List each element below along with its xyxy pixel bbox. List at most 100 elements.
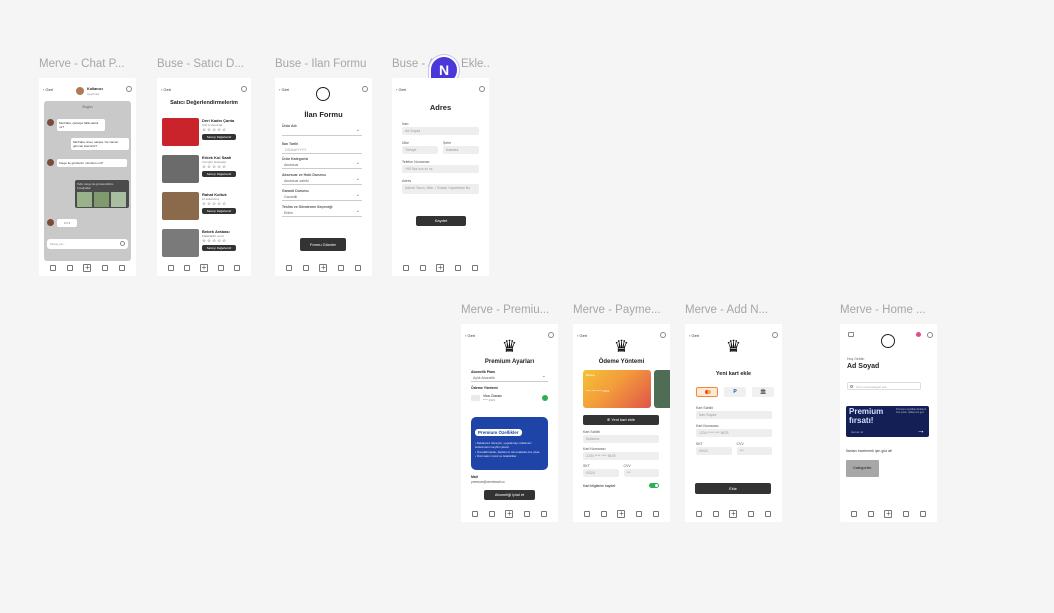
frame-label-premium[interactable]: Merve - Premiu... bbox=[461, 304, 559, 316]
search-input[interactable]: Ürün veya kategori ara... bbox=[847, 382, 921, 390]
rate-seller-button[interactable]: Satıcıyı Değerlendir bbox=[202, 245, 236, 251]
profile-tab-icon[interactable] bbox=[764, 511, 771, 517]
premium-frame[interactable]: ‹ Geri ♛ Premium Ayarları Abonelik Planı… bbox=[461, 324, 558, 522]
profile-tab-icon[interactable] bbox=[354, 265, 361, 271]
list-item[interactable]: Rahat Koltuk Az kullanılmış ☆☆☆☆☆ Satıcıyı … bbox=[162, 192, 248, 225]
back-button[interactable]: ‹ Geri bbox=[577, 333, 587, 338]
list-tab-icon[interactable] bbox=[867, 511, 874, 517]
add-tab-icon[interactable] bbox=[617, 508, 626, 520]
heart-tab-icon[interactable] bbox=[524, 511, 531, 517]
back-button[interactable]: ‹ Geri bbox=[465, 333, 475, 338]
send-icon[interactable] bbox=[120, 241, 125, 246]
heart-tab-icon[interactable] bbox=[102, 265, 109, 271]
list-tab-icon[interactable] bbox=[712, 511, 719, 517]
back-button[interactable]: ‹ Geri bbox=[279, 87, 289, 92]
product-name-input[interactable] bbox=[282, 126, 362, 136]
category-select[interactable]: Aksesuar bbox=[282, 159, 362, 169]
back-button[interactable]: ‹ Geri bbox=[396, 87, 406, 92]
home-tab-icon[interactable] bbox=[851, 511, 858, 517]
home-frame[interactable]: Hoş Geldin Ad Soyad Ürün veya kategori a… bbox=[840, 324, 937, 522]
back-button[interactable]: ‹ Geri bbox=[161, 87, 171, 92]
name-input[interactable]: Ad Soyad bbox=[402, 127, 479, 135]
add-tab-icon[interactable] bbox=[200, 262, 208, 274]
home-tab-icon[interactable] bbox=[50, 265, 57, 271]
card-holder-input[interactable]: İsim Soyad bbox=[696, 411, 772, 419]
gear-icon[interactable] bbox=[772, 332, 778, 338]
add-tab-icon[interactable] bbox=[884, 508, 893, 520]
adres-frame[interactable]: ‹ Geri Adres İsim Ad Soyad Ülke Türkiye Ş… bbox=[392, 78, 489, 276]
heart-tab-icon[interactable] bbox=[338, 265, 345, 271]
premium-banner[interactable]: Premium fırsatı! Premium üyelikle ilanla… bbox=[846, 406, 929, 437]
list-item[interactable]: Deri Kadın Çanta Çok iyi durumda ☆☆☆☆☆ Satı… bbox=[162, 118, 248, 151]
frame-label-chat[interactable]: Merve - Chat P... bbox=[39, 58, 137, 70]
profile-tab-icon[interactable] bbox=[234, 265, 240, 271]
frame-label-seller[interactable]: Buse - Satıcı D... bbox=[157, 58, 255, 70]
home-tab-icon[interactable] bbox=[403, 265, 410, 271]
gear-icon[interactable] bbox=[479, 86, 485, 92]
city-input[interactable]: İstanbul bbox=[443, 146, 479, 154]
photo-thumb[interactable] bbox=[77, 192, 92, 207]
profile-tab-icon[interactable] bbox=[118, 265, 125, 271]
arrow-right-icon[interactable]: → bbox=[917, 427, 925, 435]
cvv-input[interactable]: *** bbox=[623, 469, 659, 477]
list-tab-icon[interactable] bbox=[600, 511, 607, 517]
gear-icon[interactable] bbox=[927, 332, 933, 338]
photo-thumb[interactable] bbox=[94, 192, 109, 207]
rating-stars[interactable]: ☆☆☆☆☆ bbox=[202, 201, 248, 207]
add-card-button[interactable]: ⊕ Yeni kart ekle bbox=[583, 415, 659, 425]
chat-icon[interactable] bbox=[848, 332, 854, 337]
categories-button[interactable]: Kategoriler bbox=[846, 460, 879, 477]
home-tab-icon[interactable] bbox=[286, 265, 293, 271]
back-button[interactable]: ‹ Geri bbox=[43, 87, 53, 92]
frame-label-addcard[interactable]: Merve - Add N... bbox=[685, 304, 783, 316]
gear-icon[interactable] bbox=[660, 332, 666, 338]
delivery-select[interactable]: Elden bbox=[282, 207, 362, 217]
home-tab-icon[interactable] bbox=[168, 265, 174, 271]
profile-tab-icon[interactable] bbox=[919, 511, 926, 517]
home-tab-icon[interactable] bbox=[696, 511, 703, 517]
rate-seller-button[interactable]: Satıcıyı Değerlendir bbox=[202, 208, 236, 214]
list-tab-icon[interactable] bbox=[419, 265, 426, 271]
paypal-option[interactable]: P bbox=[724, 387, 746, 397]
heart-tab-icon[interactable] bbox=[903, 511, 910, 517]
phone-input[interactable]: +90 5xx xxx xx xx bbox=[402, 165, 479, 173]
card-number-input[interactable]: 1234 **** **** 5678 bbox=[696, 429, 772, 437]
frame-label-payment[interactable]: Merve - Payme... bbox=[573, 304, 671, 316]
credit-card[interactable]: Banka **** **** **** 4321 bbox=[583, 370, 651, 408]
address-input[interactable]: Adresi Yazın, Mah. / Sokak / Apartman No bbox=[402, 184, 479, 194]
profile-tab-icon[interactable] bbox=[540, 511, 547, 517]
gear-icon[interactable] bbox=[548, 332, 554, 338]
heart-tab-icon[interactable] bbox=[218, 265, 224, 271]
list-item[interactable]: Erkek Kol Saati Yeni gibi, kutusuyla ☆☆☆☆☆… bbox=[162, 155, 248, 188]
condition-select[interactable]: Aksesuar sahibi bbox=[282, 175, 362, 185]
list-item[interactable]: Bebek Arabası Katlanabilir, temiz ☆☆☆☆☆ Sat… bbox=[162, 229, 248, 262]
warranty-select[interactable]: Garantili bbox=[282, 191, 362, 201]
list-tab-icon[interactable] bbox=[66, 265, 73, 271]
rating-stars[interactable]: ☆☆☆☆☆ bbox=[202, 164, 248, 170]
message-input[interactable]: Mesaj yaz... bbox=[47, 239, 128, 249]
seller-frame[interactable]: ‹ Geri Satıcı Değerlendirmelerim Deri Ka… bbox=[157, 78, 251, 276]
submit-form-button[interactable]: Formu Gönder bbox=[300, 238, 346, 251]
credit-card-secondary[interactable] bbox=[654, 370, 670, 408]
expiry-input[interactable]: 03/24 bbox=[696, 447, 732, 455]
bank-option[interactable]: 🏛 bbox=[752, 387, 774, 397]
save-card-toggle[interactable] bbox=[649, 483, 659, 488]
add-tab-icon[interactable] bbox=[319, 262, 328, 274]
date-input[interactable]: GG/AA/YYYY bbox=[282, 146, 362, 154]
chat-frame[interactable]: ‹ Geri Kullanıcı Çevrimiçi Bugün Merhaba… bbox=[39, 78, 136, 276]
rate-seller-button[interactable]: Satıcıyı Değerlendir bbox=[202, 134, 236, 140]
notification-icon[interactable] bbox=[916, 332, 921, 337]
card-holder-input[interactable]: Kullanıcı bbox=[583, 435, 659, 443]
banner-link[interactable]: Hemen al bbox=[851, 430, 863, 434]
country-input[interactable]: Türkiye bbox=[402, 146, 438, 154]
frame-label-home[interactable]: Merve - Home ... bbox=[840, 304, 938, 316]
add-tab-icon[interactable] bbox=[83, 262, 92, 274]
rating-stars[interactable]: ☆☆☆☆☆ bbox=[202, 127, 248, 133]
heart-tab-icon[interactable] bbox=[636, 511, 643, 517]
gear-icon[interactable] bbox=[126, 86, 132, 92]
home-tab-icon[interactable] bbox=[584, 511, 591, 517]
profile-tab-icon[interactable] bbox=[652, 511, 659, 517]
frame-label-ilan[interactable]: Buse - İlan Formu bbox=[275, 58, 373, 70]
mastercard-option[interactable] bbox=[696, 387, 718, 397]
cancel-subscription-button[interactable]: Aboneliği iptal et bbox=[484, 490, 535, 500]
